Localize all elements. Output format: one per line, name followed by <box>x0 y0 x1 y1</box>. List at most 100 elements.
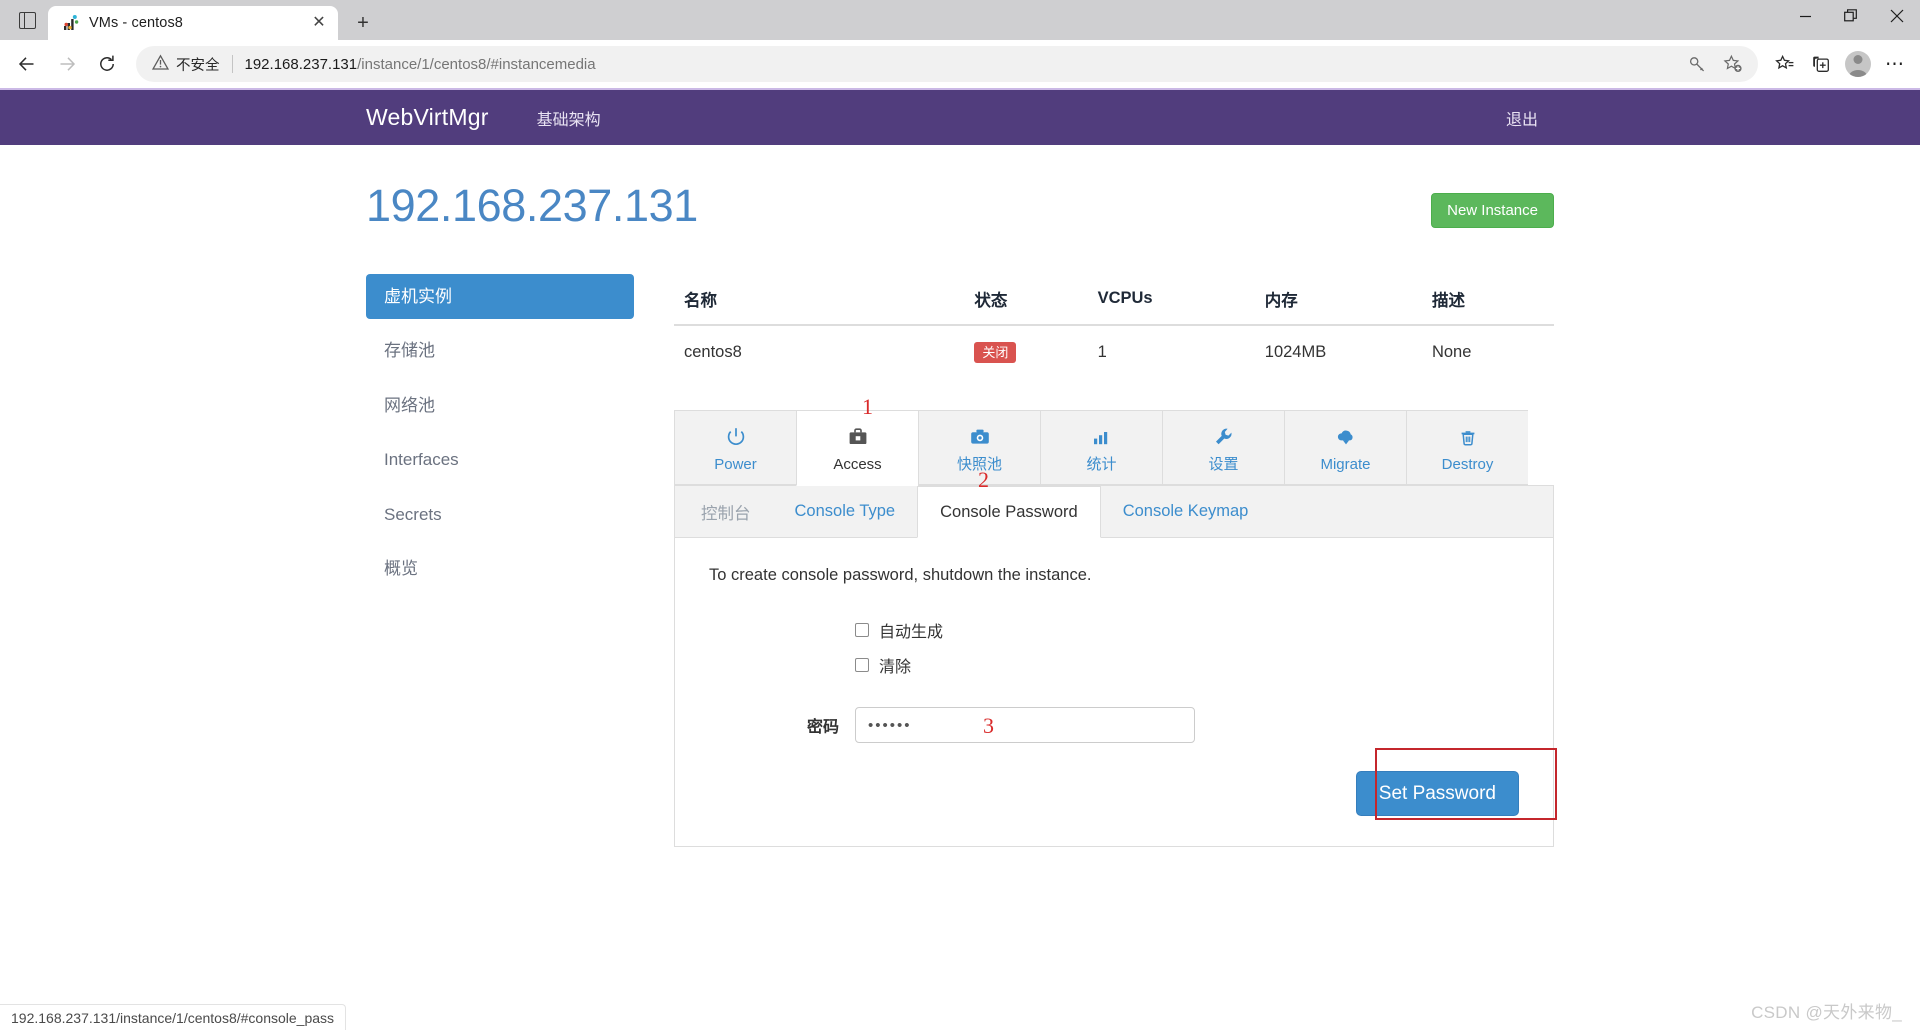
instances-table: 名称 状态 VCPUs 内存 描述 centos8 关闭 <box>674 274 1554 379</box>
page-header: 192.168.237.131 New Instance <box>366 181 1554 231</box>
tab-migrate-label: Migrate <box>1285 457 1406 474</box>
url-host: 192.168.237.131 <box>245 56 358 73</box>
wrench-icon <box>1163 424 1284 450</box>
nav-link-infrastructure[interactable]: 基础架构 <box>521 90 617 145</box>
tab-settings[interactable]: 设置 <box>1162 410 1284 486</box>
tab-access[interactable]: Access <box>796 410 918 487</box>
trash-icon <box>1407 424 1528 450</box>
sidebar-item-network[interactable]: 网络池 <box>366 383 634 429</box>
cell-instance-vcpus: 1 <box>1088 325 1255 379</box>
cell-instance-memory: 1024MB <box>1255 325 1422 379</box>
app-navbar: WebVirtMgr 基础架构 退出 <box>0 88 1920 145</box>
page-viewport: WebVirtMgr 基础架构 退出 192.168.237.131 New I… <box>0 88 1920 1030</box>
clear-row[interactable]: 清除 <box>855 653 1519 677</box>
tab-destroy[interactable]: Destroy <box>1406 410 1528 486</box>
content-area: 名称 状态 VCPUs 内存 描述 centos8 关闭 <box>634 274 1554 848</box>
tab-sidebar-toggle-icon[interactable] <box>6 0 48 40</box>
access-sub-tabs: 控制台 Console Type Console Password Consol… <box>674 486 1554 538</box>
security-status[interactable]: 不安全 <box>152 54 220 75</box>
table-header-memory: 内存 <box>1255 274 1422 325</box>
profile-avatar-icon[interactable] <box>1840 46 1876 82</box>
sidebar-item-instances[interactable]: 虚机实例 <box>366 274 634 320</box>
sidebar-item-overview[interactable]: 概览 <box>366 546 634 592</box>
tab-access-label: Access <box>797 457 918 474</box>
app-brand[interactable]: WebVirtMgr <box>366 104 507 131</box>
logout-link[interactable]: 退出 <box>1490 90 1554 145</box>
key-icon[interactable] <box>1680 47 1714 81</box>
warning-triangle-icon <box>152 54 169 74</box>
address-bar[interactable]: 不安全 192.168.237.131/instance/1/centos8/#… <box>136 46 1758 82</box>
browser-tab[interactable]: VMs - centos8 ✕ <box>48 6 338 40</box>
favorites-star-icon[interactable] <box>1768 47 1802 81</box>
reload-icon[interactable] <box>88 45 126 83</box>
vm-chart-icon <box>62 14 80 32</box>
new-instance-button[interactable]: New Instance <box>1431 193 1554 228</box>
tab-snapshots[interactable]: 快照池 <box>918 410 1040 486</box>
sub-tab-console[interactable]: 控制台 <box>679 486 773 537</box>
close-icon[interactable]: ✕ <box>308 12 330 34</box>
auto-generate-label: 自动生成 <box>879 618 943 642</box>
table-row[interactable]: centos8 关闭 1 1024MB None <box>674 325 1554 379</box>
tab-destroy-label: Destroy <box>1407 457 1528 474</box>
briefcase-lock-icon <box>797 424 918 450</box>
status-bar-link-preview: 192.168.237.131/instance/1/centos8/#cons… <box>0 1004 346 1030</box>
browser-toolbar: 不安全 192.168.237.131/instance/1/centos8/#… <box>0 40 1920 88</box>
tab-migrate[interactable]: Migrate <box>1284 410 1406 486</box>
tab-strip: VMs - centos8 ✕ + <box>0 0 1920 40</box>
cloud-download-icon <box>1285 424 1406 450</box>
password-label: 密码 <box>709 713 855 737</box>
restore-icon[interactable] <box>1828 0 1874 32</box>
sidebar: 虚机实例 存储池 网络池 Interfaces Secrets 概览 <box>366 274 634 848</box>
status-badge: 关闭 <box>974 342 1016 363</box>
camera-icon <box>919 424 1040 450</box>
power-icon <box>675 424 796 450</box>
sub-tab-console-keymap[interactable]: Console Keymap <box>1101 486 1271 537</box>
cell-instance-state: 关闭 <box>964 325 1087 379</box>
forward-arrow-icon <box>48 45 86 83</box>
tab-title: VMs - centos8 <box>89 15 299 31</box>
window-controls <box>1782 0 1920 40</box>
table-header-name: 名称 <box>674 274 964 325</box>
minimize-icon[interactable] <box>1782 0 1828 32</box>
sub-tab-console-type[interactable]: Console Type <box>773 486 918 537</box>
page-container: 192.168.237.131 New Instance 虚机实例 存储池 网络… <box>366 145 1554 847</box>
sidebar-item-storage[interactable]: 存储池 <box>366 328 634 374</box>
tab-power[interactable]: Power <box>674 410 796 486</box>
watermark: CSDN @天外来物_ <box>1751 998 1902 1023</box>
collections-icon[interactable] <box>1804 47 1838 81</box>
sidebar-item-interfaces[interactable]: Interfaces <box>366 437 634 483</box>
submit-row: Set Password <box>709 771 1519 816</box>
tab-power-label: Power <box>675 457 796 474</box>
add-favorite-star-icon[interactable] <box>1716 47 1750 81</box>
password-row: 密码 •••••• 3 <box>709 707 1519 743</box>
page-title: 192.168.237.131 <box>366 181 698 231</box>
auto-generate-checkbox[interactable] <box>855 623 869 637</box>
tab-settings-label: 设置 <box>1163 457 1284 474</box>
cell-instance-name[interactable]: centos8 <box>674 325 964 379</box>
sidebar-item-secrets[interactable]: Secrets <box>366 492 634 538</box>
close-window-icon[interactable] <box>1874 0 1920 32</box>
browser-window: VMs - centos8 ✕ + <box>0 0 1920 1030</box>
cell-instance-description: None <box>1422 325 1554 379</box>
url-text: 192.168.237.131/instance/1/centos8/#inst… <box>245 56 596 73</box>
table-header-description: 描述 <box>1422 274 1554 325</box>
bar-chart-icon <box>1041 424 1162 450</box>
tab-snapshots-label: 快照池 <box>919 457 1040 474</box>
security-label: 不安全 <box>176 54 220 75</box>
auto-generate-row[interactable]: 自动生成 <box>855 618 1519 642</box>
new-tab-button[interactable]: + <box>346 6 380 40</box>
tab-stats[interactable]: 统计 <box>1040 410 1162 486</box>
panel-note: To create console password, shutdown the… <box>709 566 1519 585</box>
console-password-panel: To create console password, shutdown the… <box>674 538 1554 847</box>
table-header-row: 名称 状态 VCPUs 内存 描述 <box>674 274 1554 325</box>
clear-checkbox[interactable] <box>855 658 869 672</box>
tab-stats-label: 统计 <box>1041 457 1162 474</box>
sub-tab-console-password[interactable]: Console Password <box>917 486 1101 538</box>
password-input[interactable]: •••••• <box>855 707 1195 743</box>
ellipsis-icon[interactable]: ⋯ <box>1878 47 1912 81</box>
clear-label: 清除 <box>879 653 911 677</box>
back-arrow-icon[interactable] <box>8 45 46 83</box>
instance-tab-bar: Power Access <box>674 410 1554 487</box>
url-path: /instance/1/centos8/#instancemedia <box>357 56 595 73</box>
set-password-button[interactable]: Set Password <box>1356 771 1519 816</box>
